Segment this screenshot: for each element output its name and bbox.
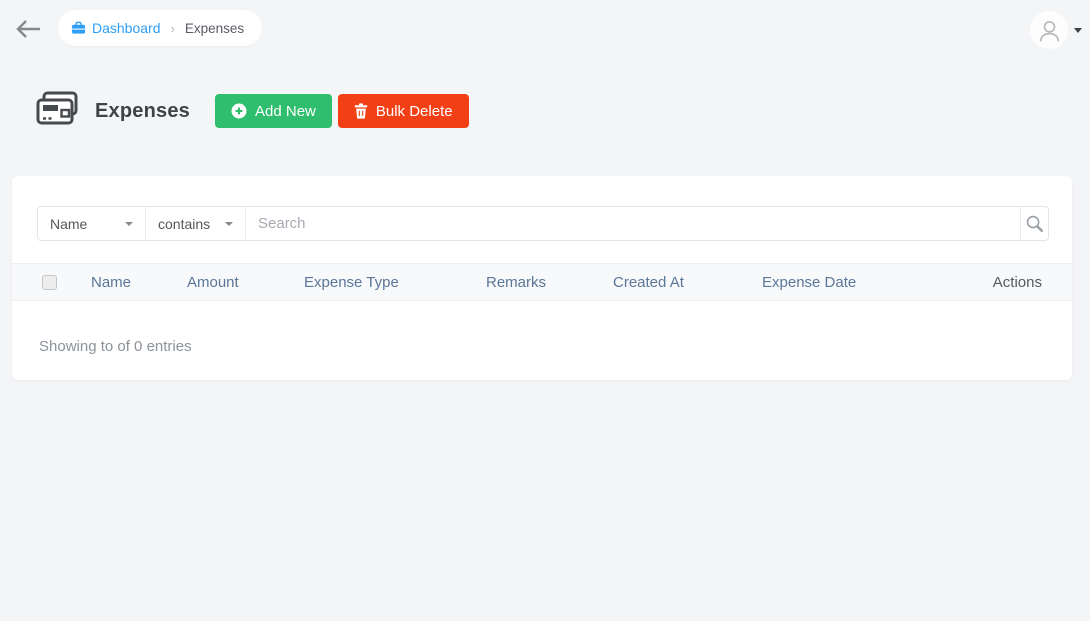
- bulk-delete-button[interactable]: Bulk Delete: [337, 94, 469, 128]
- breadcrumb-current: Expenses: [184, 20, 245, 36]
- column-header-remarks[interactable]: Remarks: [486, 274, 613, 291]
- column-header-expense-type[interactable]: Expense Type: [304, 274, 486, 291]
- column-header-created-at[interactable]: Created At: [613, 274, 762, 291]
- column-header-actions: Actions: [992, 273, 1042, 291]
- search-input[interactable]: [246, 207, 1020, 240]
- search-button[interactable]: [1020, 207, 1048, 240]
- chevron-down-icon: [1074, 27, 1082, 33]
- person-icon: [1036, 17, 1063, 44]
- add-new-button[interactable]: Add New: [215, 94, 332, 128]
- chevron-down-icon: [125, 221, 133, 226]
- page-title: Expenses: [95, 99, 190, 122]
- page-header: Expenses Add New Bulk Delete: [36, 91, 469, 131]
- chevron-down-icon: [225, 221, 233, 226]
- expenses-page: Dashboard › Expenses Expenses Add New Bu…: [0, 0, 1090, 621]
- filter-bar: Name contains: [37, 206, 1049, 241]
- breadcrumb-dashboard-link[interactable]: Dashboard: [71, 20, 161, 36]
- filter-operator-select[interactable]: contains: [146, 207, 246, 240]
- trash-icon: [354, 103, 368, 119]
- filter-field-select[interactable]: Name: [38, 207, 146, 240]
- filter-field-value: Name: [50, 215, 88, 232]
- magnifier-icon: [1024, 213, 1045, 234]
- breadcrumb-separator: ›: [170, 20, 175, 36]
- user-menu[interactable]: [1030, 11, 1082, 49]
- breadcrumb-dashboard-label: Dashboard: [92, 20, 161, 36]
- bulk-delete-label: Bulk Delete: [375, 102, 453, 120]
- select-all-checkbox[interactable]: [42, 274, 57, 290]
- expenses-card: Name contains Name A: [12, 176, 1072, 380]
- avatar: [1030, 11, 1068, 49]
- table-summary: Showing to of 0 entries: [39, 338, 192, 355]
- select-all-cell: [12, 274, 91, 290]
- add-new-label: Add New: [255, 102, 316, 120]
- table-header-row: Name Amount Expense Type Remarks Created…: [12, 263, 1072, 301]
- filter-operator-value: contains: [158, 215, 211, 232]
- plus-circle-icon: [231, 103, 247, 119]
- column-header-amount[interactable]: Amount: [187, 274, 304, 291]
- arrow-left-icon: [14, 17, 42, 41]
- column-header-expense-date[interactable]: Expense Date: [762, 274, 912, 291]
- briefcase-icon: [71, 21, 86, 36]
- breadcrumb: Dashboard › Expenses: [58, 10, 263, 46]
- column-header-name[interactable]: Name: [91, 274, 187, 291]
- expense-cards-icon: [36, 91, 82, 131]
- back-button[interactable]: [12, 14, 44, 44]
